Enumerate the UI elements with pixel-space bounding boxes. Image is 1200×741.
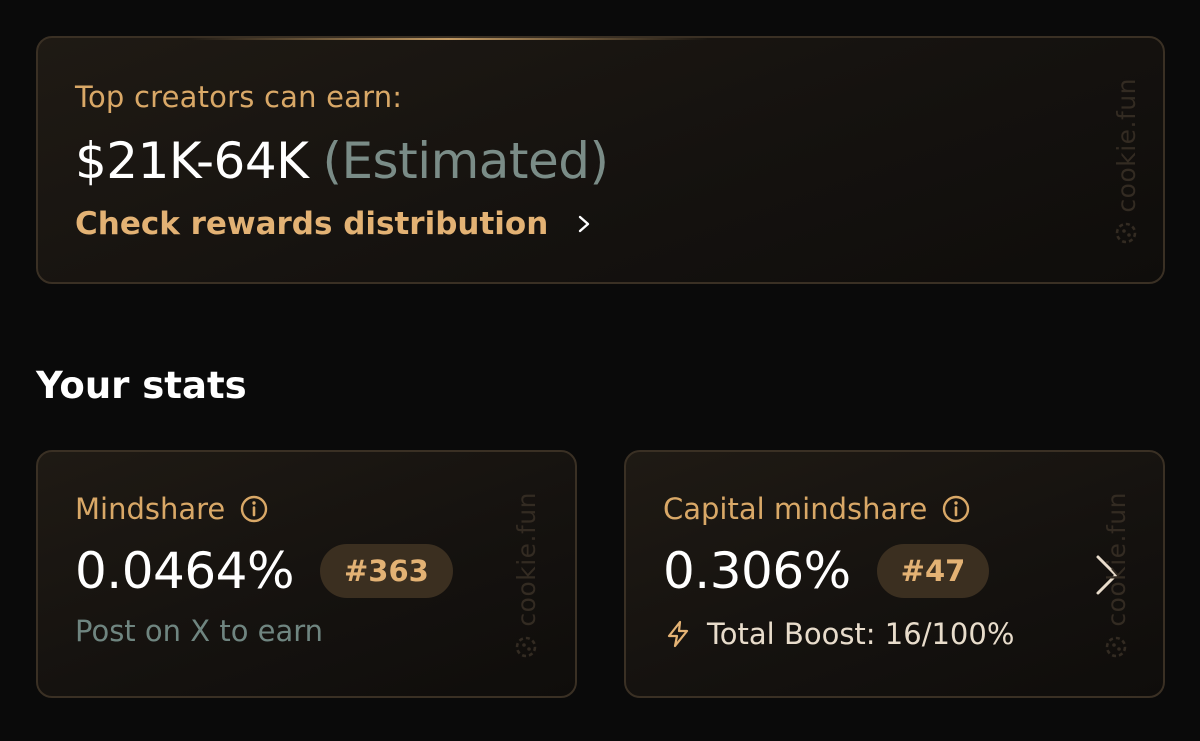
check-rewards-distribution-label: Check rewards distribution	[75, 206, 549, 242]
cookie-logo-icon	[1115, 222, 1137, 243]
cookie-logo-icon	[515, 636, 537, 657]
cookie-fun-watermark: cookie.fun	[1096, 492, 1136, 659]
chevron-right-icon	[579, 215, 590, 233]
lightning-bolt-icon	[667, 620, 689, 648]
info-icon[interactable]	[941, 494, 971, 524]
capital-mindshare-card[interactable]: Capital mindshare 0.306% #47 Total Boost…	[624, 450, 1165, 698]
watermark-text: cookie.fun	[1101, 492, 1131, 627]
check-rewards-distribution-link[interactable]: Check rewards distribution	[75, 206, 594, 242]
earnings-amount-row: $21K-64K (Estimated)	[75, 132, 609, 190]
watermark-text: cookie.fun	[1111, 78, 1141, 213]
watermark-text: cookie.fun	[511, 492, 541, 627]
earnings-amount: $21K-64K	[75, 132, 309, 190]
cookie-fun-watermark: cookie.fun	[1106, 78, 1146, 245]
mindshare-value: 0.0464%	[75, 542, 294, 600]
total-boost-row: Total Boost: 16/100%	[663, 617, 1014, 651]
mindshare-label: Mindshare	[75, 492, 226, 526]
mindshare-rank-badge: #363	[319, 544, 453, 598]
mindshare-value-row: 0.0464% #363	[75, 542, 453, 600]
capital-mindshare-value-row: 0.306% #47	[663, 542, 990, 600]
your-stats-heading: Your stats	[36, 364, 247, 407]
capital-mindshare-rank-badge: #47	[876, 544, 990, 598]
rewards-stats-panel: Top creators can earn: $21K-64K (Estimate…	[0, 0, 1200, 741]
post-on-x-hint: Post on X to earn	[75, 614, 324, 648]
capital-mindshare-value: 0.306%	[663, 542, 851, 600]
earnings-estimated-note: (Estimated)	[322, 132, 609, 190]
cookie-logo-icon	[1105, 636, 1127, 657]
capital-mindshare-label-row: Capital mindshare	[663, 492, 971, 526]
total-boost-text: Total Boost: 16/100%	[707, 617, 1015, 651]
earnings-card: Top creators can earn: $21K-64K (Estimate…	[36, 36, 1165, 284]
earnings-label: Top creators can earn:	[75, 80, 403, 114]
mindshare-card: Mindshare 0.0464% #363 Post on X to earn…	[36, 450, 577, 698]
mindshare-label-row: Mindshare	[75, 492, 269, 526]
capital-mindshare-label: Capital mindshare	[663, 492, 928, 526]
cookie-fun-watermark: cookie.fun	[506, 492, 546, 659]
info-icon[interactable]	[239, 494, 269, 524]
